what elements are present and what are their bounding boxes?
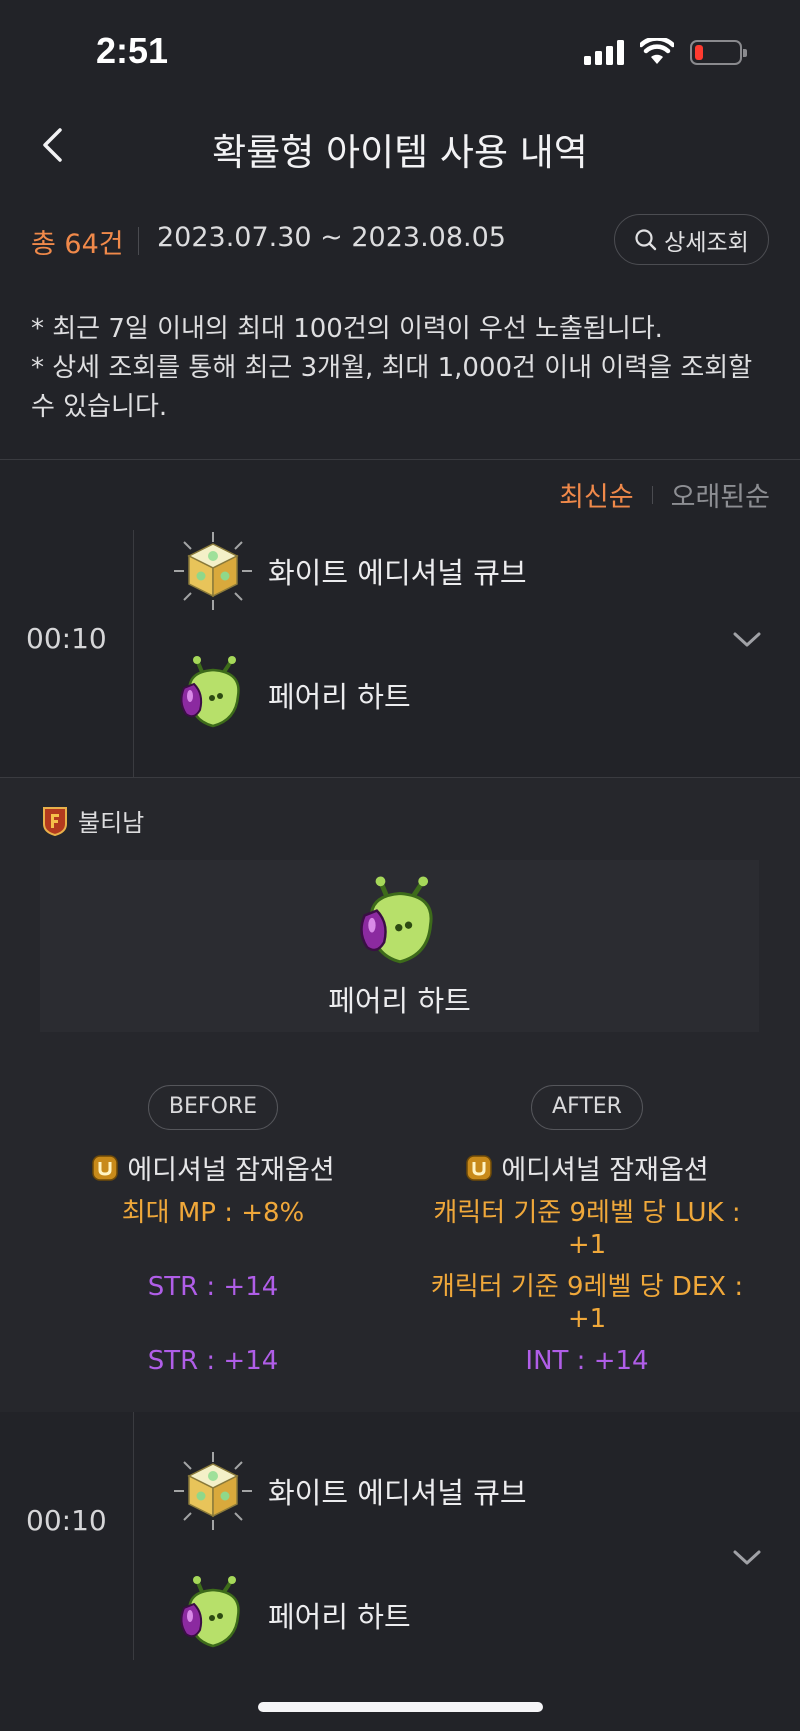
detail-search-label: 상세조회: [664, 229, 749, 256]
guild-emblem-icon: [43, 806, 67, 836]
status-bar: 2:51: [0, 0, 800, 100]
detail-search-button[interactable]: 상세조회: [614, 214, 769, 265]
after-badge: AFTER: [531, 1085, 643, 1130]
notice-text: * 최근 7일 이내의 최대 100건의 이력이 우선 노출됩니다. * 상세 …: [31, 310, 776, 427]
used-item-row: 화이트 에디셔널 큐브: [172, 1450, 527, 1532]
battery-icon: [690, 40, 747, 65]
option-line: 최대 MP : +8%: [121, 1198, 305, 1228]
unique-grade-icon: [466, 1154, 493, 1181]
sort-options: 최신순 오래된순: [559, 475, 770, 514]
before-column: BEFORE 에디셔널 잠재옵션 최대 MP : +8% STR : +14 S…: [38, 1085, 388, 1377]
white-additional-cube-icon: [174, 1452, 252, 1530]
option-line: STR : +14: [147, 1272, 279, 1302]
after-column: AFTER 에디셔널 잠재옵션 캐릭터 기준 9레벨 당 LUK : +1 캐릭…: [412, 1085, 762, 1377]
date-range: 2023.07.30 ~ 2023.08.05: [157, 222, 506, 253]
summary-row: 총 64건 2023.07.30 ~ 2023.08.05 상세조회: [0, 210, 800, 270]
used-item-row: 화이트 에디셔널 큐브: [172, 530, 527, 612]
status-time: 2:51: [96, 30, 169, 71]
entry-time: 00:10: [26, 622, 107, 655]
sort-newest[interactable]: 최신순: [559, 475, 634, 514]
history-entry[interactable]: 00:10 화이트 에디셔널 큐브 페어리 하트: [0, 1412, 800, 1662]
chevron-down-icon[interactable]: [732, 630, 762, 648]
fairy-heart-icon: [360, 876, 433, 964]
history-detail-panel: 불티남 페어리 하트 BEFORE 에디셔널 잠재옵션 최대 MP : +8% …: [0, 778, 800, 1412]
divider: [138, 227, 139, 255]
option-line: INT : +14: [525, 1346, 649, 1376]
target-item-name: 페어리 하트: [268, 680, 411, 714]
used-item-name: 화이트 에디셔널 큐브: [268, 1476, 527, 1510]
white-additional-cube-icon: [174, 532, 252, 610]
home-indicator[interactable]: [258, 1702, 543, 1712]
cellular-signal-icon: [584, 40, 624, 65]
used-item-name: 화이트 에디셔널 큐브: [268, 556, 527, 590]
option-line: STR : +14: [147, 1346, 279, 1376]
option-title: 에디셔널 잠재옵션: [412, 1148, 762, 1187]
character-name: 불티남: [78, 809, 145, 837]
target-item-row: 페어리 하트: [172, 654, 411, 736]
page-title: 확률형 아이템 사용 내역: [212, 131, 588, 174]
target-item-name: 페어리 하트: [268, 1600, 411, 1634]
sort-oldest[interactable]: 오래된순: [671, 475, 770, 514]
app-header: 확률형 아이템 사용 내역: [0, 100, 800, 190]
entry-time: 00:10: [26, 1504, 107, 1537]
sort-divider: [651, 485, 653, 504]
divider: [0, 459, 800, 460]
option-line: 캐릭터 기준 9레벨 당 DEX : +1: [430, 1272, 744, 1334]
option-title-label: 에디셔널 잠재옵션: [501, 1155, 709, 1186]
divider: [133, 1412, 134, 1660]
item-card-name: 페어리 하트: [328, 984, 471, 1018]
divider: [133, 530, 134, 780]
option-title-label: 에디셔널 잠재옵션: [127, 1155, 335, 1186]
fairy-heart-icon: [180, 1576, 240, 1648]
notice-line-2: * 상세 조회를 통해 최근 3개월, 최대 1,000건 이내 이력을 조회할…: [31, 353, 753, 422]
notice-line-1: * 최근 7일 이내의 최대 100건의 이력이 우선 노출됩니다.: [31, 314, 663, 344]
target-item-row: 페어리 하트: [172, 1574, 411, 1656]
search-icon: [635, 228, 657, 250]
character-row: 불티남: [42, 803, 144, 838]
item-card: 페어리 하트: [40, 860, 759, 1032]
option-title: 에디셔널 잠재옵션: [38, 1148, 388, 1187]
unique-grade-icon: [92, 1154, 119, 1181]
before-badge: BEFORE: [147, 1085, 279, 1130]
chevron-down-icon[interactable]: [732, 1548, 762, 1566]
fairy-heart-icon: [180, 656, 240, 728]
history-entry[interactable]: 00:10 화이트 에디셔널 큐브 페어리 하트: [0, 530, 800, 780]
option-line: 캐릭터 기준 9레벨 당 LUK : +1: [433, 1198, 741, 1260]
total-count: 총 64건: [31, 229, 124, 260]
wifi-icon: [640, 38, 674, 64]
